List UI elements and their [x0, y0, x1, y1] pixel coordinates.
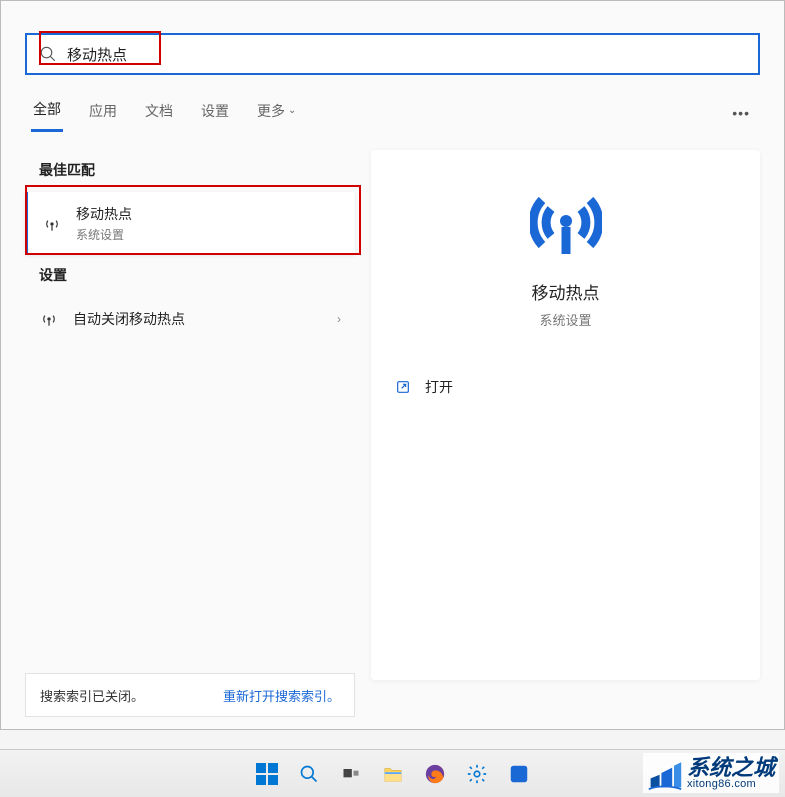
- index-status-bar: 搜索索引已关闭。 重新打开搜索索引。: [25, 673, 355, 717]
- search-bar[interactable]: [25, 33, 760, 75]
- hotspot-icon: [42, 214, 62, 234]
- watermark: 系统之城 xitong86.com: [643, 753, 779, 793]
- hotspot-icon: [39, 309, 59, 329]
- hotspot-icon-large: [530, 188, 602, 265]
- tab-more[interactable]: 更多 ⌄: [255, 95, 298, 131]
- index-status-text: 搜索索引已关闭。: [40, 686, 144, 705]
- watermark-url: xitong86.com: [687, 779, 775, 790]
- app-blue[interactable]: [501, 756, 537, 792]
- preview-actions: 打开: [393, 369, 738, 405]
- firefox[interactable]: [417, 756, 453, 792]
- chevron-right-icon: ›: [337, 312, 341, 326]
- tab-apps[interactable]: 应用: [87, 95, 119, 131]
- watermark-title: 系统之城: [687, 757, 775, 779]
- result-subtitle: 系统设置: [76, 226, 132, 243]
- watermark-logo: [647, 755, 683, 791]
- start-button[interactable]: [249, 756, 285, 792]
- open-action[interactable]: 打开: [393, 369, 738, 405]
- preview-title: 移动热点: [532, 279, 600, 304]
- section-settings: 设置: [25, 255, 355, 297]
- open-label: 打开: [425, 377, 453, 397]
- content-area: 最佳匹配 移动热点 系统设置 设置: [1, 132, 784, 680]
- settings-app[interactable]: [459, 756, 495, 792]
- result-title: 移动热点: [76, 204, 132, 224]
- tab-documents[interactable]: 文档: [143, 95, 175, 131]
- result-auto-off-hotspot[interactable]: 自动关闭移动热点 ›: [25, 297, 355, 341]
- search-icon: [39, 45, 57, 63]
- tabs-row: 全部 应用 文档 设置 更多 ⌄ •••: [1, 85, 784, 132]
- result-title: 自动关闭移动热点: [73, 309, 185, 329]
- result-text: 自动关闭移动热点: [73, 309, 185, 329]
- search-input[interactable]: [67, 46, 746, 63]
- taskbar-search[interactable]: [291, 756, 327, 792]
- search-window: 全部 应用 文档 设置 更多 ⌄ ••• 最佳匹配: [0, 0, 785, 730]
- windows-icon: [256, 763, 278, 785]
- chevron-down-icon: ⌄: [288, 105, 296, 116]
- overflow-menu-icon[interactable]: •••: [728, 101, 754, 125]
- reopen-index-link[interactable]: 重新打开搜索索引。: [223, 686, 340, 705]
- task-view[interactable]: [333, 756, 369, 792]
- preview-subtitle: 系统设置: [539, 310, 591, 329]
- result-text: 移动热点 系统设置: [76, 204, 132, 243]
- tab-more-label: 更多: [257, 101, 285, 121]
- tab-settings[interactable]: 设置: [199, 95, 231, 131]
- open-external-icon: [395, 379, 411, 395]
- result-mobile-hotspot[interactable]: 移动热点 系统设置: [25, 192, 355, 255]
- section-best-match: 最佳匹配: [25, 150, 355, 192]
- results-panel: 最佳匹配 移动热点 系统设置 设置: [25, 150, 355, 680]
- file-explorer[interactable]: [375, 756, 411, 792]
- preview-panel: 移动热点 系统设置 打开: [371, 150, 760, 680]
- tab-all[interactable]: 全部: [31, 93, 63, 132]
